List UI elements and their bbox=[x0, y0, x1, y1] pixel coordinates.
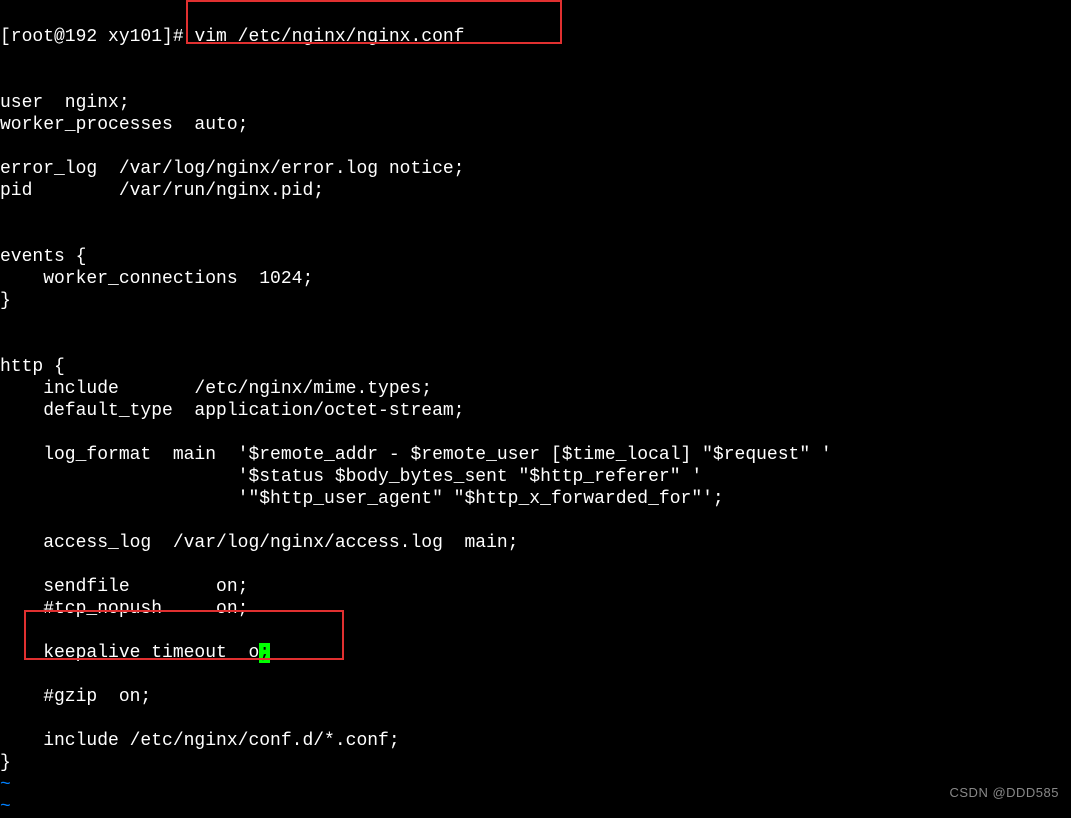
config-line: sendfile on; bbox=[0, 577, 248, 597]
config-line: pid /var/run/nginx.pid; bbox=[0, 181, 324, 201]
config-line: default_type application/octet-stream; bbox=[0, 401, 464, 421]
vim-tilde-line: ~ bbox=[0, 797, 11, 817]
config-line: include /etc/nginx/conf.d/*.conf; bbox=[0, 731, 400, 751]
config-line: '"$http_user_agent" "$http_x_forwarded_f… bbox=[0, 489, 724, 509]
prompt-line: [root@192 xy101]# vim /etc/nginx/nginx.c… bbox=[0, 27, 465, 47]
config-line: } bbox=[0, 291, 11, 311]
command-text: vim /etc/nginx/nginx.conf bbox=[184, 27, 465, 47]
config-line: worker_processes auto; bbox=[0, 115, 248, 135]
watermark-text: CSDN @DDD585 bbox=[950, 782, 1060, 804]
config-line: events { bbox=[0, 247, 86, 267]
prompt: [root@192 xy101]# bbox=[0, 27, 184, 47]
config-line: #tcp_nopush on; bbox=[0, 599, 248, 619]
vim-tilde-line: ~ bbox=[0, 775, 11, 795]
keepalive-line: keepalive_timeout o; bbox=[0, 643, 270, 663]
config-line: include /etc/nginx/mime.types; bbox=[0, 379, 432, 399]
config-line: user nginx; bbox=[0, 93, 130, 113]
config-line: error_log /var/log/nginx/error.log notic… bbox=[0, 159, 464, 179]
config-line: #gzip on; bbox=[0, 687, 151, 707]
config-line: worker_connections 1024; bbox=[0, 269, 313, 289]
config-line: '$status $body_bytes_sent "$http_referer… bbox=[0, 467, 702, 487]
config-line: log_format main '$remote_addr - $remote_… bbox=[0, 445, 832, 465]
terminal-output[interactable]: [root@192 xy101]# vim /etc/nginx/nginx.c… bbox=[0, 0, 1071, 818]
config-line: access_log /var/log/nginx/access.log mai… bbox=[0, 533, 518, 553]
keepalive-text: keepalive_timeout o bbox=[0, 643, 259, 663]
config-line: } bbox=[0, 753, 11, 773]
cursor: ; bbox=[259, 643, 270, 663]
config-line: http { bbox=[0, 357, 65, 377]
